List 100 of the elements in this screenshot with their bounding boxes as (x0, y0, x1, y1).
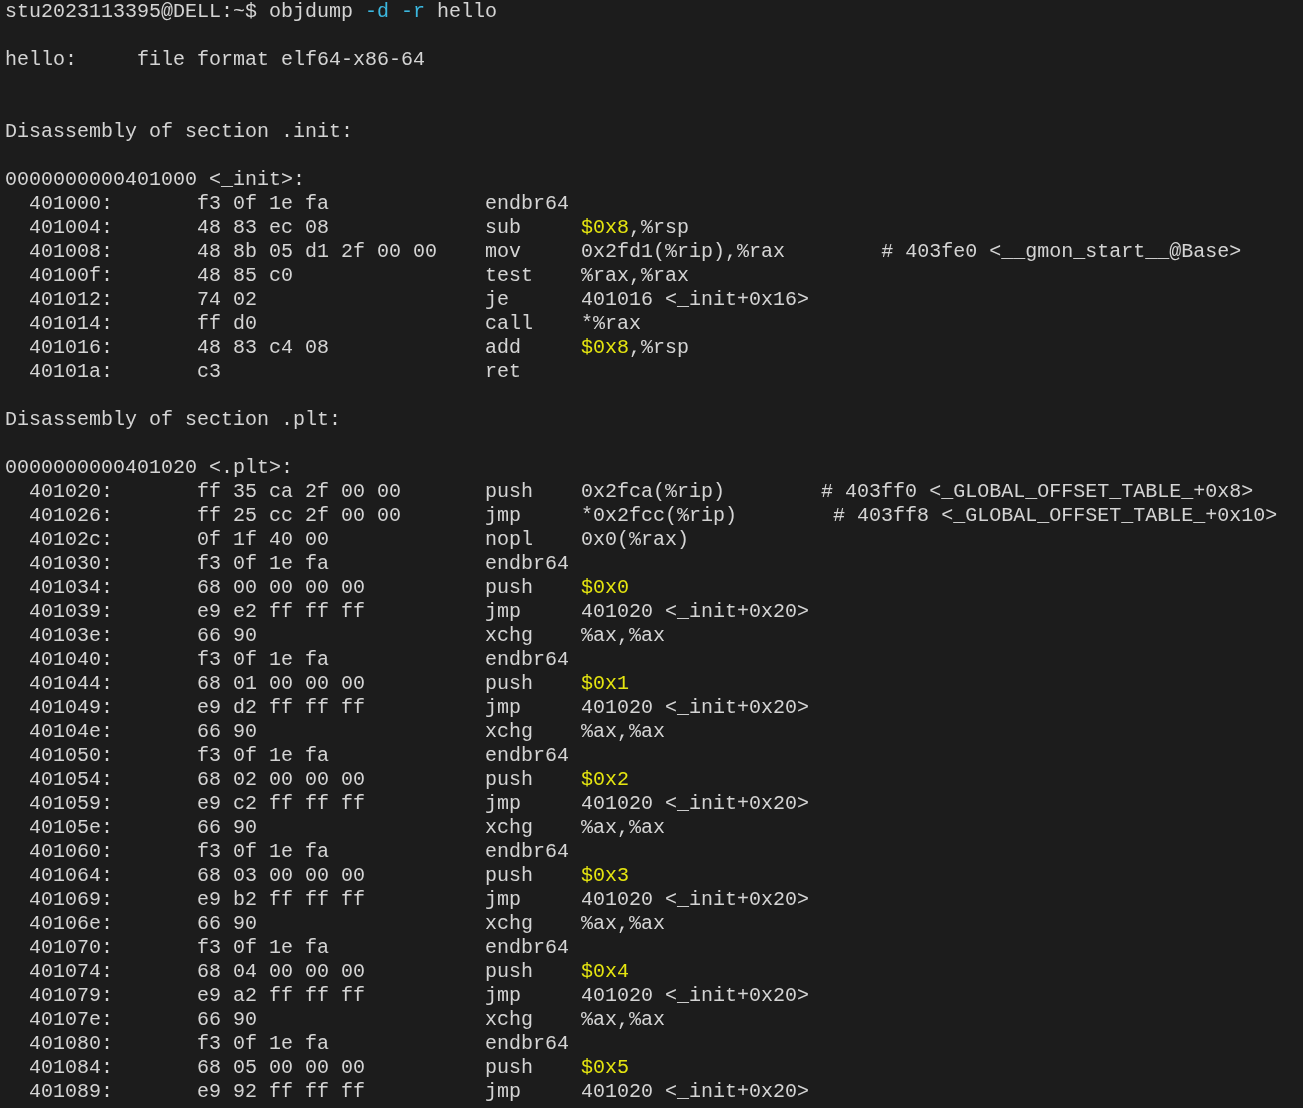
machine-code: f3 0f 1e fa (197, 744, 331, 768)
instruction-address: 40104e: (29, 720, 114, 744)
instruction-address: 401080: (29, 1032, 114, 1056)
operand-text: %ax,%ax (581, 720, 666, 744)
mnemonic: jmp (485, 792, 523, 816)
shell-prompt: stu2023113395@DELL:~$ (5, 0, 258, 24)
instruction-address: 401070: (29, 936, 114, 960)
instruction-address: 401008: (29, 240, 114, 264)
mnemonic: endbr64 (485, 936, 570, 960)
instruction-address: 401039: (29, 600, 114, 624)
instruction-address: 401030: (29, 552, 114, 576)
mnemonic: endbr64 (485, 744, 570, 768)
machine-code: e9 e2 ff ff ff (197, 600, 367, 624)
section-heading: Disassembly of section .plt: (5, 408, 342, 432)
command-option: -r (401, 0, 426, 24)
mnemonic: xchg (485, 624, 535, 648)
machine-code: e9 a2 ff ff ff (197, 984, 367, 1008)
machine-code: ff d0 (197, 312, 259, 336)
command-word: objdump (269, 0, 354, 24)
operand-text: %rax,%rax (581, 264, 690, 288)
mnemonic: push (485, 576, 535, 600)
symbol-label: 0000000000401000 <_init>: (5, 168, 306, 192)
operand-text: 401020 <_init+0x20> (581, 888, 810, 912)
machine-code: 68 03 00 00 00 (197, 864, 367, 888)
mnemonic: endbr64 (485, 840, 570, 864)
machine-code: 48 83 c4 08 (197, 336, 331, 360)
machine-code: ff 25 cc 2f 00 00 (197, 504, 403, 528)
instruction-address: 40102c: (29, 528, 114, 552)
instruction-address: 401069: (29, 888, 114, 912)
machine-code: ff 35 ca 2f 00 00 (197, 480, 403, 504)
machine-code: 66 90 (197, 912, 259, 936)
machine-code: f3 0f 1e fa (197, 552, 331, 576)
code-comment: # 403ff0 <_GLOBAL_OFFSET_TABLE_+0x8> (821, 480, 1254, 504)
operand-text: 0x2fca(%rip) (581, 480, 726, 504)
instruction-address: 401060: (29, 840, 114, 864)
instruction-address: 401074: (29, 960, 114, 984)
mnemonic: jmp (485, 984, 523, 1008)
mnemonic: call (485, 312, 535, 336)
mnemonic: je (485, 288, 511, 312)
machine-code: 66 90 (197, 816, 259, 840)
instruction-address: 401012: (29, 288, 114, 312)
machine-code: c3 (197, 360, 223, 384)
machine-code: 68 04 00 00 00 (197, 960, 367, 984)
mnemonic: jmp (485, 504, 523, 528)
mnemonic: jmp (485, 888, 523, 912)
immediate-value: $0x8 (581, 336, 630, 360)
mnemonic: sub (485, 216, 523, 240)
immediate-value: $0x2 (581, 768, 630, 792)
mnemonic: jmp (485, 1080, 523, 1104)
instruction-address: 401004: (29, 216, 114, 240)
instruction-address: 40107e: (29, 1008, 114, 1032)
machine-code: 66 90 (197, 720, 259, 744)
machine-code: 48 85 c0 (197, 264, 295, 288)
machine-code: e9 d2 ff ff ff (197, 696, 367, 720)
immediate-value: $0x8 (581, 216, 630, 240)
mnemonic: nopl (485, 528, 535, 552)
machine-code: 66 90 (197, 624, 259, 648)
instruction-address: 401079: (29, 984, 114, 1008)
mnemonic: jmp (485, 696, 523, 720)
immediate-value: $0x0 (581, 576, 630, 600)
file-format: file format elf64-x86-64 (137, 48, 426, 72)
instruction-address: 401089: (29, 1080, 114, 1104)
file-name: hello: (5, 48, 77, 72)
instruction-address: 401040: (29, 648, 114, 672)
instruction-address: 40106e: (29, 912, 114, 936)
immediate-value: $0x3 (581, 864, 630, 888)
machine-code: f3 0f 1e fa (197, 1032, 331, 1056)
machine-code: 68 02 00 00 00 (197, 768, 367, 792)
instruction-address: 401050: (29, 744, 114, 768)
instruction-address: 401064: (29, 864, 114, 888)
instruction-address: 40105e: (29, 816, 114, 840)
section-heading: Disassembly of section .init: (5, 120, 354, 144)
machine-code: f3 0f 1e fa (197, 840, 331, 864)
mnemonic: test (485, 264, 535, 288)
mnemonic: xchg (485, 720, 535, 744)
operand-text: 401016 <_init+0x16> (581, 288, 810, 312)
operand-text: 401020 <_init+0x20> (581, 1080, 810, 1104)
immediate-value: $0x4 (581, 960, 630, 984)
machine-code: 68 05 00 00 00 (197, 1056, 367, 1080)
mnemonic: push (485, 768, 535, 792)
machine-code: f3 0f 1e fa (197, 936, 331, 960)
instruction-address: 401034: (29, 576, 114, 600)
immediate-value: $0x5 (581, 1056, 630, 1080)
code-comment: # 403fe0 <__gmon_start__@Base> (881, 240, 1242, 264)
machine-code: 0f 1f 40 00 (197, 528, 331, 552)
code-comment: # 403ff8 <_GLOBAL_OFFSET_TABLE_+0x10> (833, 504, 1278, 528)
machine-code: e9 c2 ff ff ff (197, 792, 367, 816)
instruction-address: 401016: (29, 336, 114, 360)
machine-code: 68 00 00 00 00 (197, 576, 367, 600)
instruction-address: 401054: (29, 768, 114, 792)
mnemonic: push (485, 480, 535, 504)
mnemonic: ret (485, 360, 523, 384)
instruction-address: 401026: (29, 504, 114, 528)
operand-text: %ax,%ax (581, 912, 666, 936)
operand-text: %ax,%ax (581, 624, 666, 648)
machine-code: f3 0f 1e fa (197, 192, 331, 216)
operand-text: *%rax (581, 312, 642, 336)
mnemonic: endbr64 (485, 1032, 570, 1056)
mnemonic: xchg (485, 816, 535, 840)
machine-code: e9 92 ff ff ff (197, 1080, 367, 1104)
